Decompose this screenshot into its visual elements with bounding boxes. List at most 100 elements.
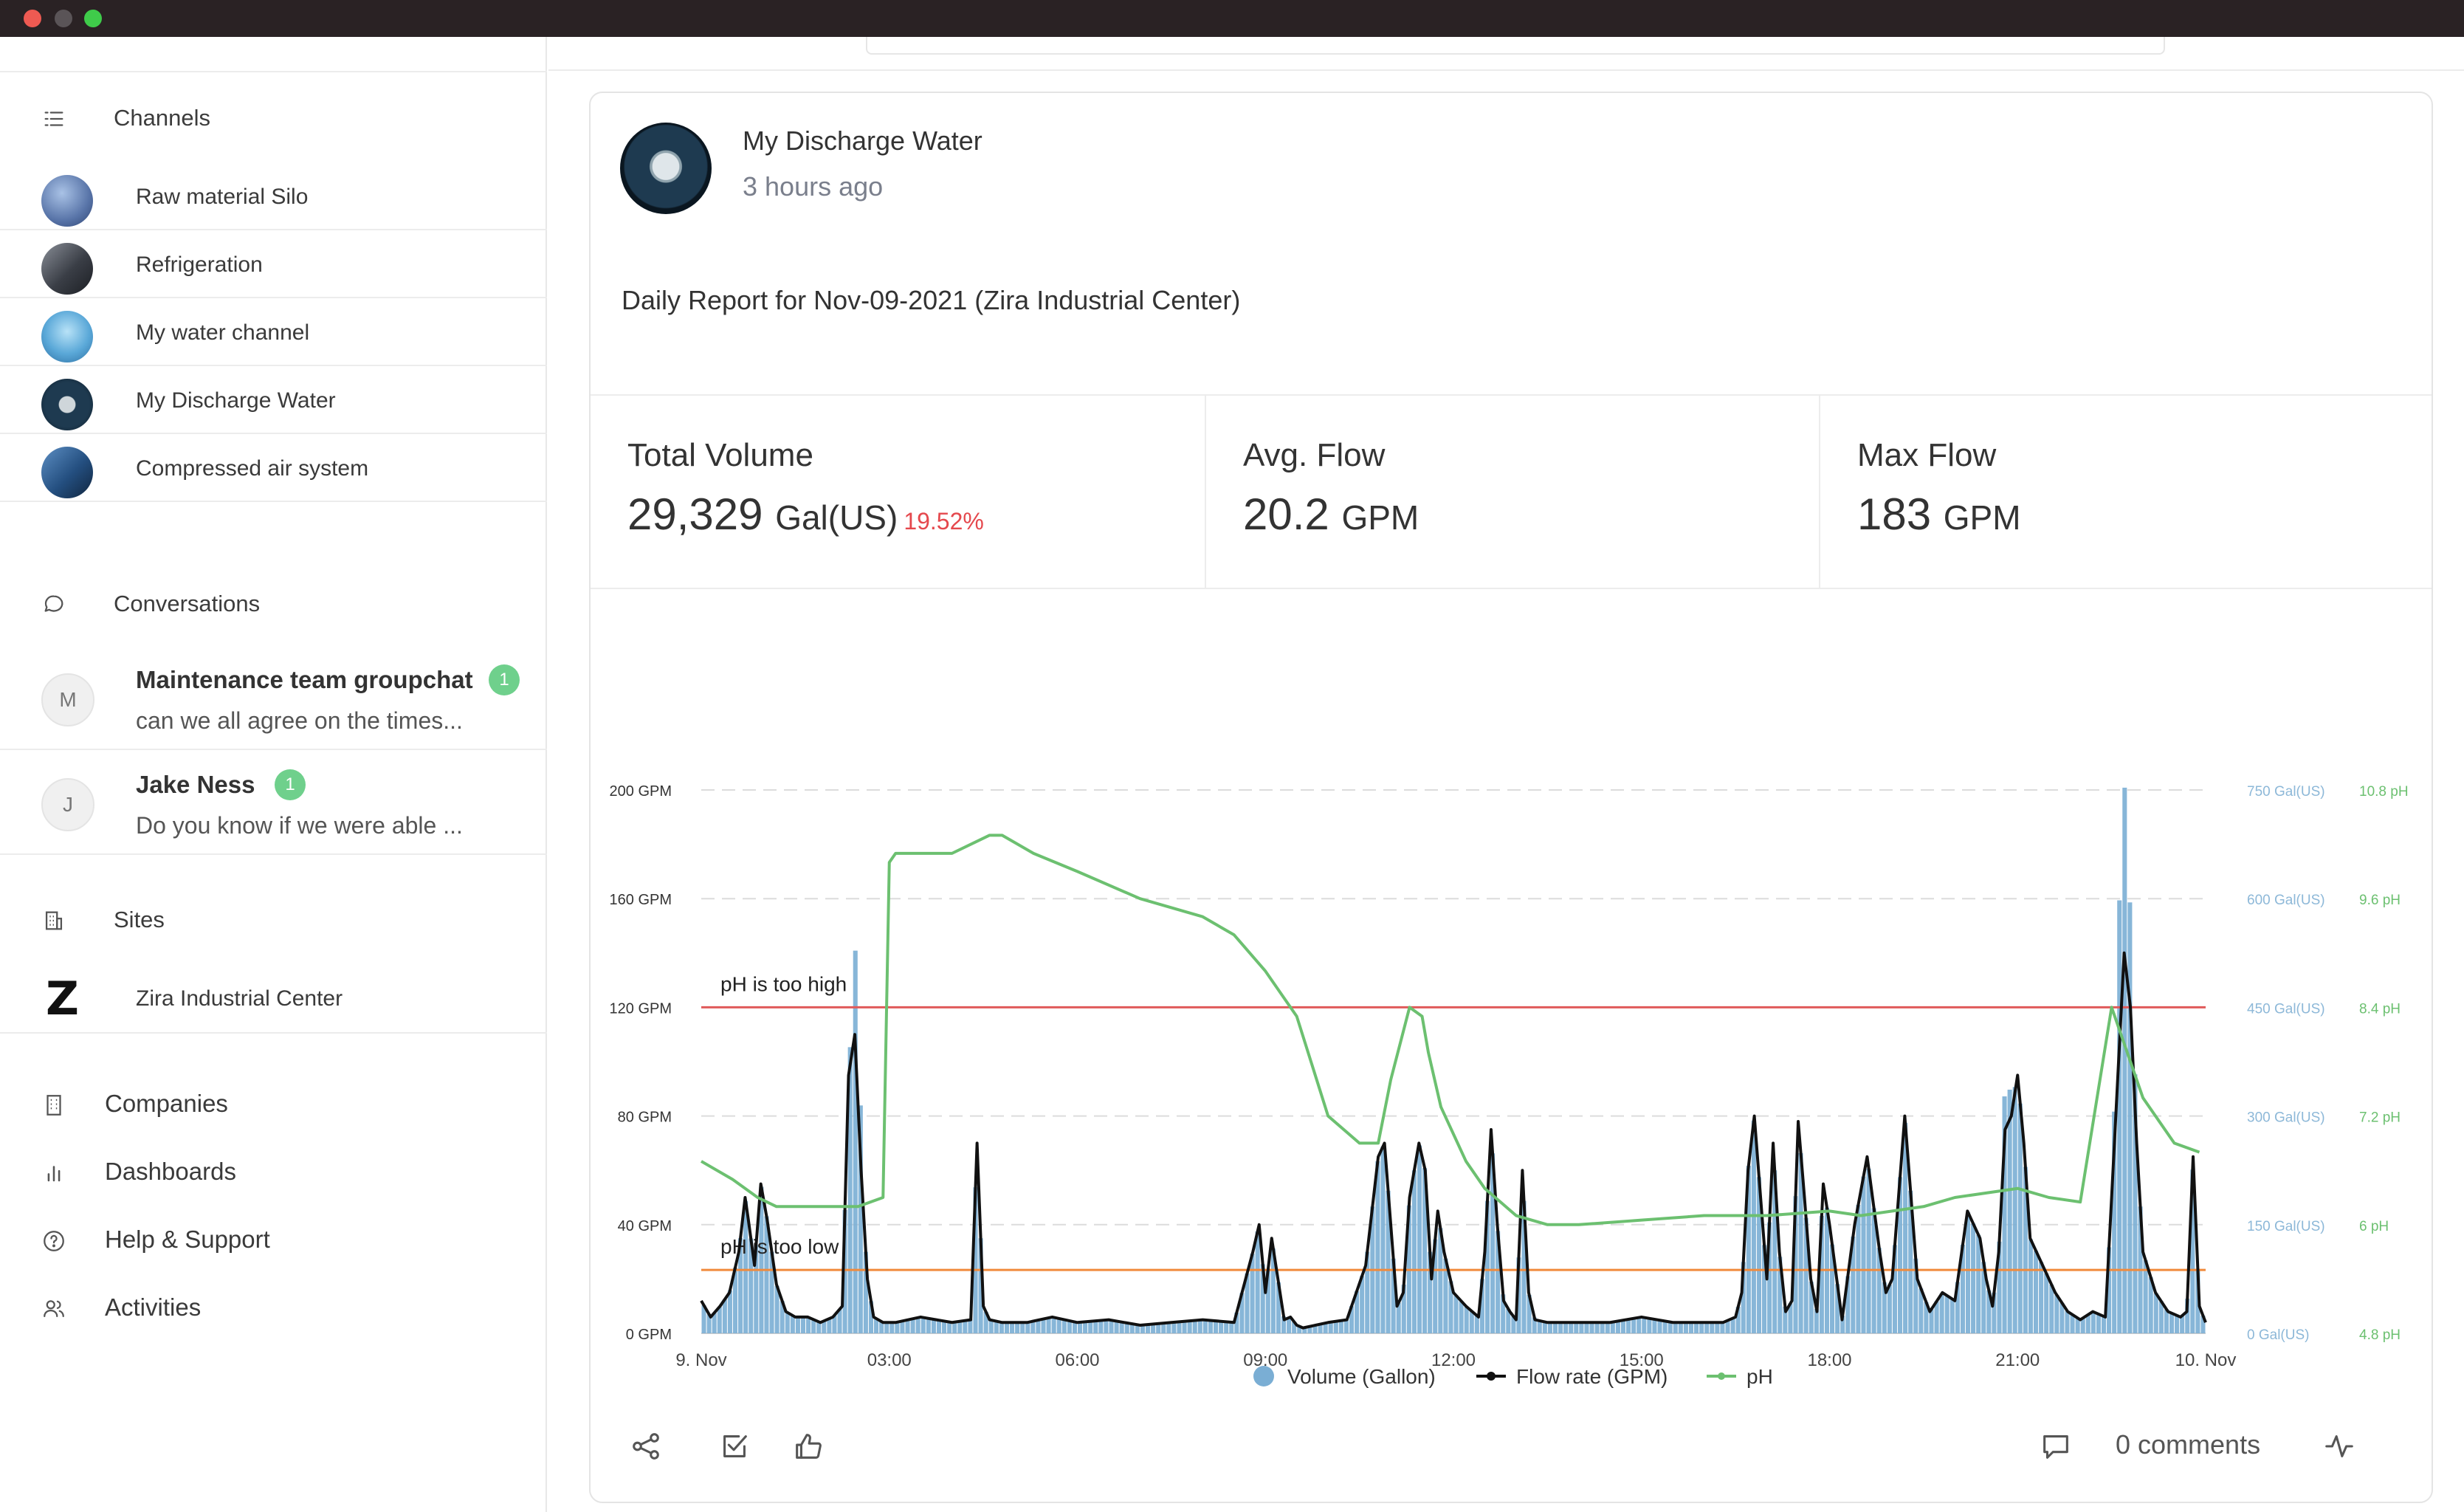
volume-bar xyxy=(1715,1322,1720,1333)
conversation-preview: Do you know if we were able ... xyxy=(136,812,463,839)
stat-value-line: 20.2 GPM xyxy=(1243,489,1419,540)
volume-bar xyxy=(1584,1322,1589,1333)
legend-flow-dot xyxy=(1487,1372,1496,1381)
conversation-name: Jake Ness xyxy=(136,771,255,798)
channel-item-my-discharge-water[interactable]: My Discharge Water xyxy=(0,366,547,434)
volume-bar xyxy=(1459,1301,1464,1333)
volume-bar xyxy=(1673,1322,1678,1333)
channel-item-refrigeration[interactable]: Refrigeration xyxy=(0,230,547,298)
volume-bar xyxy=(1464,1306,1469,1333)
volume-bar xyxy=(1036,1320,1041,1333)
volume-bar xyxy=(1620,1320,1626,1333)
share-icon[interactable] xyxy=(629,1429,663,1463)
volume-bar xyxy=(2012,1087,2017,1333)
unread-badge: 1 xyxy=(489,664,520,695)
volume-bar xyxy=(1020,1322,1025,1333)
volume-bar xyxy=(1631,1318,1637,1333)
checkbox-icon[interactable] xyxy=(717,1429,751,1463)
volume-bar xyxy=(2127,902,2133,1333)
activity-icon[interactable] xyxy=(2322,1429,2356,1463)
volume-bar xyxy=(905,1319,910,1333)
volume-bar xyxy=(1287,1317,1292,1333)
legend-volume-label: Volume (Gallon) xyxy=(1287,1365,1436,1388)
nav-dashboards[interactable]: Dashboards xyxy=(0,1146,547,1197)
flow-chart[interactable]: 0 GPM 40 GPM 80 GPM 120 GPM 160 GPM 200 GPM 0 … xyxy=(591,610,2433,1422)
volume-bar xyxy=(1338,1320,1343,1333)
stat-title: Total Volume xyxy=(627,437,813,473)
volume-bar xyxy=(2175,1315,2180,1333)
volume-bar xyxy=(1887,1285,1892,1333)
nav-companies[interactable]: Companies xyxy=(0,1078,547,1130)
x-tick-label: 9. Nov xyxy=(675,1350,726,1370)
volume-bar xyxy=(1098,1320,1104,1333)
volume-bar xyxy=(1589,1322,1594,1333)
y-right-volume-tick-label: 600 Gal(US) xyxy=(2247,893,2325,908)
channel-item-my-water-channel[interactable]: My water channel xyxy=(0,298,547,366)
report-title: Daily Report for Nov-09-2021 (Zira Indus… xyxy=(622,285,1241,315)
y-left-tick-label: 120 GPM xyxy=(610,1000,672,1017)
post-actions: 0 comments xyxy=(591,1407,2432,1488)
legend-ph-dot xyxy=(1718,1372,1725,1380)
volume-bar xyxy=(2096,1313,2101,1333)
channel-item-compressed-air-system[interactable]: Compressed air system xyxy=(0,434,547,502)
stat-unit: Gal(US) xyxy=(775,498,898,537)
volume-bar xyxy=(1109,1320,1114,1333)
stat-value: 29,329 xyxy=(627,489,763,539)
channels-header[interactable]: Channels xyxy=(0,92,547,143)
volume-bar xyxy=(806,1317,811,1333)
volume-bar xyxy=(920,1317,926,1333)
stat-change: 19.52% xyxy=(904,508,984,535)
channel-item-label: Refrigeration xyxy=(136,252,263,277)
post-channel-avatar[interactable] xyxy=(620,123,712,214)
volume-bar xyxy=(968,1319,973,1333)
search-bar-edge[interactable] xyxy=(866,37,2165,55)
volume-bar xyxy=(1453,1295,1459,1333)
volume-bar xyxy=(1010,1322,1015,1333)
x-tick-label: 06:00 xyxy=(1055,1350,1099,1370)
sites-header[interactable]: Sites xyxy=(0,893,547,945)
volume-bar xyxy=(1678,1322,1683,1333)
window-minimize-button[interactable] xyxy=(55,10,72,27)
y-right-volume-tick-label: 150 Gal(US) xyxy=(2247,1219,2325,1234)
channel-thumbnail xyxy=(41,379,93,430)
volume-bar xyxy=(2085,1314,2090,1333)
volume-bar xyxy=(1552,1322,1558,1333)
volume-bar xyxy=(1114,1321,1119,1333)
stats-row: Total Volume 29,329 Gal(US) 19.52% Avg. F… xyxy=(591,394,2432,589)
window-close-button[interactable] xyxy=(24,10,41,27)
volume-bar xyxy=(1088,1321,1093,1333)
conversation-preview: can we all agree on the times... xyxy=(136,707,463,734)
y-left-tick-label: 0 GPM xyxy=(626,1327,672,1343)
conversation-item-maintenance[interactable]: M Maintenance team groupchat 1 can we al… xyxy=(0,647,547,750)
volume-bar xyxy=(2017,1103,2023,1333)
chat-bubble-icon xyxy=(44,595,63,612)
avatar: J xyxy=(41,778,94,831)
window-maximize-button[interactable] xyxy=(84,10,102,27)
volume-bar xyxy=(1866,1168,1871,1333)
channel-item-raw-material-silo[interactable]: Raw material Silo xyxy=(0,162,547,230)
volume-bar xyxy=(1694,1322,1699,1333)
conversation-item-jake-ness[interactable]: J Jake Ness 1 Do you know if we were abl… xyxy=(0,752,547,855)
volume-bar xyxy=(1861,1176,1866,1333)
volume-bar xyxy=(1051,1317,1056,1333)
volume-bar xyxy=(1411,1170,1417,1333)
volume-bar xyxy=(722,1299,727,1333)
nav-activities[interactable]: Activities xyxy=(0,1282,547,1333)
conversations-header[interactable]: Conversations xyxy=(0,577,547,629)
site-item-zira[interactable]: Z Zira Industrial Center xyxy=(0,964,547,1034)
post-channel-title[interactable]: My Discharge Water xyxy=(743,126,982,157)
post-card: My Discharge Water 3 hours ago Daily Rep… xyxy=(589,92,2433,1503)
volume-bar xyxy=(1093,1321,1098,1333)
volume-bar xyxy=(884,1322,889,1333)
volume-bar xyxy=(1025,1322,1030,1333)
nav-help-support[interactable]: Help & Support xyxy=(0,1214,547,1265)
volume-bar xyxy=(1579,1322,1584,1333)
channel-item-label: My Discharge Water xyxy=(136,388,336,413)
stat-title: Max Flow xyxy=(1857,437,1997,473)
volume-bar xyxy=(1720,1322,1725,1333)
volume-bar xyxy=(1704,1322,1710,1333)
thumbs-up-icon[interactable] xyxy=(791,1429,825,1463)
comment-icon[interactable] xyxy=(2039,1429,2073,1463)
comments-count[interactable]: 0 comments xyxy=(2116,1429,2260,1460)
volume-bar xyxy=(1219,1321,1224,1333)
